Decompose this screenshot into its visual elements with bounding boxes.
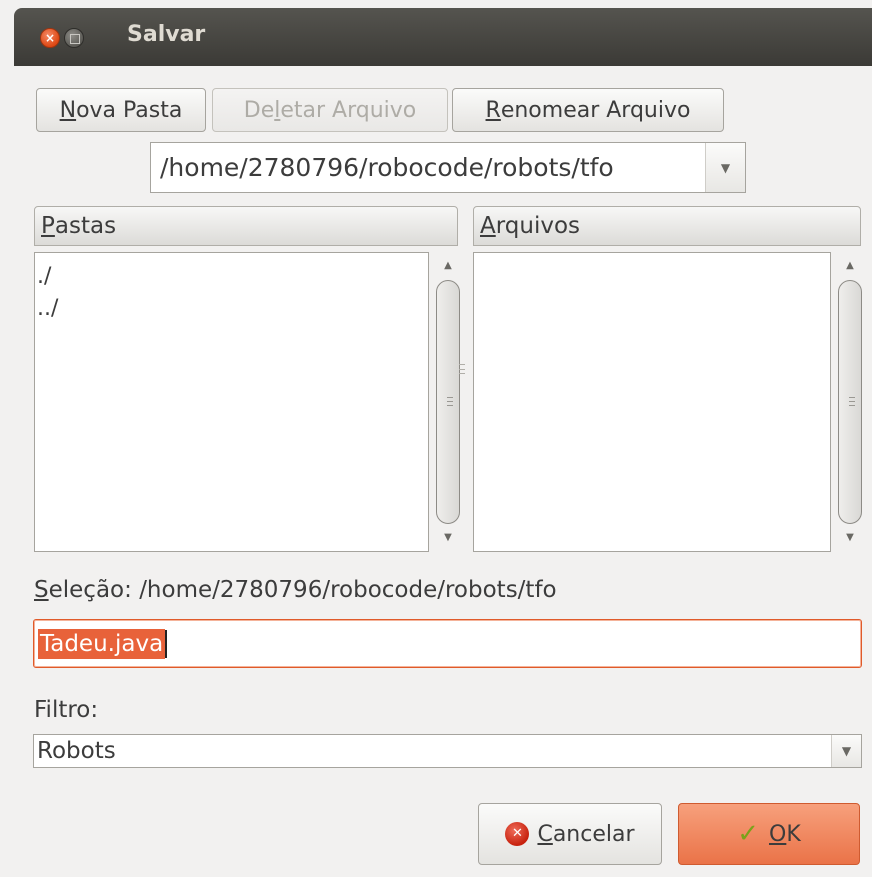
list-item[interactable]: ../: [35, 293, 428, 325]
scroll-up-icon[interactable]: ▲: [835, 256, 865, 276]
rename-file-mnemonic: R: [485, 97, 501, 123]
selection-label-text: eleção:: [48, 577, 132, 603]
list-item[interactable]: ./: [35, 261, 428, 293]
grip-icon: [849, 397, 855, 406]
cancel-button[interactable]: ✕ Cancelar: [478, 803, 662, 865]
new-folder-button[interactable]: Nova Pasta: [36, 88, 206, 132]
rename-file-button[interactable]: Renomear Arquivo: [452, 88, 724, 132]
path-combo[interactable]: /home/2780796/robocode/robots/tfo ▼: [150, 142, 746, 193]
title-bar: × Salvar: [14, 8, 872, 66]
files-scrollbar[interactable]: ▲ ▼: [835, 256, 865, 548]
close-icon[interactable]: ×: [40, 28, 60, 48]
folders-header-mnemonic: P: [41, 213, 55, 239]
checkmark-icon: ✓: [737, 819, 760, 849]
filename-value: Tadeu.java: [38, 628, 166, 659]
filename-input[interactable]: Tadeu.java: [33, 619, 862, 668]
new-folder-label: ova Pasta: [76, 97, 183, 123]
filter-value: Robots: [37, 738, 116, 764]
files-header[interactable]: Arquivos: [473, 206, 861, 246]
scroll-thumb[interactable]: [838, 280, 862, 524]
ok-button[interactable]: ✓ OK: [678, 803, 860, 865]
cancel-icon: ✕: [505, 822, 530, 846]
scroll-thumb[interactable]: [436, 280, 460, 524]
delete-file-label-start: De: [243, 97, 275, 123]
scroll-down-icon[interactable]: ▼: [433, 528, 463, 548]
folders-header[interactable]: Pastas: [34, 206, 458, 246]
filter-combo[interactable]: Robots ▼: [33, 734, 862, 768]
selection-mnemonic: S: [34, 577, 49, 603]
scroll-up-icon[interactable]: ▲: [433, 256, 463, 276]
ok-mnemonic: O: [769, 821, 787, 847]
files-list[interactable]: [473, 252, 831, 552]
path-combo-value: /home/2780796/robocode/robots/tfo: [160, 153, 614, 182]
filter-label: Filtro:: [34, 697, 99, 723]
cancel-label: ancelar: [552, 821, 635, 847]
window-title: Salvar: [127, 22, 206, 47]
ok-label: K: [786, 821, 801, 847]
folders-header-label: astas: [54, 213, 117, 239]
delete-file-label: etar Arquivo: [280, 97, 417, 123]
pane-splitter[interactable]: [459, 364, 465, 374]
grip-icon: [447, 397, 453, 406]
new-folder-mnemonic: N: [59, 97, 77, 123]
scroll-down-icon[interactable]: ▼: [835, 528, 865, 548]
maximize-icon[interactable]: [64, 28, 84, 48]
selection-label: Seleção: /home/2780796/robocode/robots/t…: [34, 577, 557, 603]
files-header-mnemonic: A: [480, 213, 496, 239]
folders-scrollbar[interactable]: ▲ ▼: [433, 256, 463, 548]
selection-path: /home/2780796/robocode/robots/tfo: [139, 577, 557, 603]
chevron-down-icon[interactable]: ▼: [705, 143, 745, 192]
folders-list[interactable]: ./ ../: [34, 252, 429, 552]
files-header-label: rquivos: [495, 213, 581, 239]
cancel-mnemonic: C: [537, 821, 553, 847]
delete-file-button[interactable]: De l etar Arquivo: [212, 88, 448, 132]
chevron-down-icon[interactable]: ▼: [831, 735, 861, 767]
text-caret: [165, 629, 168, 658]
rename-file-label: enomear Arquivo: [500, 97, 691, 123]
